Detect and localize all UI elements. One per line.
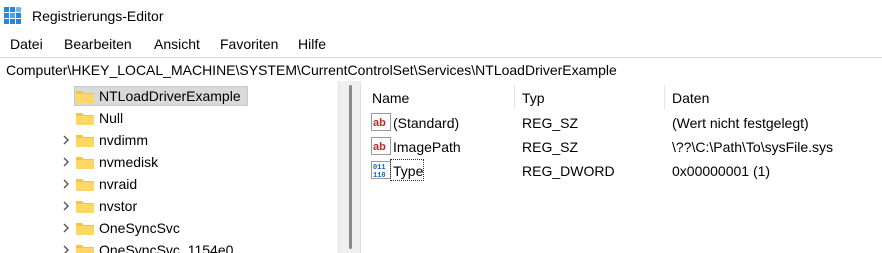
value-row-imagepath[interactable]: ab ImagePath REG_SZ \??\C:\Path\To\sysFi… [366,135,882,159]
folder-icon [76,223,94,235]
tree-item-onesyncsvc[interactable]: OneSyncSvc [0,217,338,239]
value-data: 0x00000001 (1) [672,163,771,179]
tree-item-nvstor[interactable]: nvstor [0,195,338,217]
column-separator[interactable] [664,85,665,109]
tree-item-label: OneSyncSvc_1154e0 [99,242,234,253]
tree-item-nvraid[interactable]: nvraid [0,173,338,195]
menu-bearbeiten[interactable]: Bearbeiten [64,36,132,52]
tree-item-onesyncsvc-1154e0[interactable]: OneSyncSvc_1154e0 [0,239,338,253]
tree-item-label: nvraid [99,176,138,192]
tree-item-label: nvmedisk [99,154,159,170]
value-name: (Standard) [393,115,460,131]
svg-text:110: 110 [373,172,386,179]
tree-item-null[interactable]: Null [0,107,338,129]
folder-icon [76,245,94,253]
string-value-icon: ab [371,113,391,131]
tree-item-label: OneSyncSvc [99,220,180,236]
tree-item-ntloaddriverexample[interactable]: NTLoadDriverExample [0,85,338,107]
tree-scrollbar[interactable] [338,81,361,253]
svg-text:011: 011 [373,164,386,172]
column-separator[interactable] [514,85,515,109]
menu-ansicht[interactable]: Ansicht [154,36,200,52]
folder-icon [76,91,94,103]
tree-item-label: nvstor [99,198,138,214]
folder-icon [76,179,94,191]
value-type: REG_DWORD [522,163,615,179]
value-data: \??\C:\Path\To\sysFile.sys [672,139,834,155]
folder-icon [76,201,94,213]
chevron-right-icon[interactable] [60,243,72,253]
title-bar: Registrierungs-Editor [0,0,882,32]
column-header-data[interactable]: Daten [672,90,709,106]
registry-editor-icon [4,7,22,24]
svg-text:ab: ab [373,117,386,129]
address-bar[interactable]: Computer\HKEY_LOCAL_MACHINE\SYSTEM\Curre… [0,57,882,82]
folder-icon [76,113,94,125]
folder-icon [76,157,94,169]
tree-item-label: Null [99,110,124,126]
string-value-icon: ab [371,137,391,155]
tree-item-nvmedisk[interactable]: nvmedisk [0,151,338,173]
value-row-type[interactable]: 011 110 Type REG_DWORD 0x00000001 (1) [366,159,882,183]
tree-item-label: nvdimm [99,132,149,148]
value-name: ImagePath [393,139,461,155]
tree-item-nvdimm[interactable]: nvdimm [0,129,338,151]
address-path[interactable]: Computer\HKEY_LOCAL_MACHINE\SYSTEM\Curre… [6,62,617,78]
value-data: (Wert nicht festgelegt) [672,115,809,131]
chevron-right-icon[interactable] [60,133,72,147]
svg-text:ab: ab [373,141,386,153]
window-title: Registrierungs-Editor [32,8,164,24]
value-list[interactable]: Name Typ Daten ab (Standard) REG_SZ (Wer… [366,81,882,253]
menu-favoriten[interactable]: Favoriten [220,36,278,52]
value-row-standard[interactable]: ab (Standard) REG_SZ (Wert nicht festgel… [366,111,882,135]
value-type: REG_SZ [522,139,579,155]
menu-hilfe[interactable]: Hilfe [298,36,326,52]
folder-icon [76,135,94,147]
chevron-right-icon[interactable] [60,199,72,213]
chevron-right-icon[interactable] [60,221,72,235]
key-tree[interactable]: NTLoadDriverExample Null nvdimm nvmedisk… [0,81,338,253]
column-header-name[interactable]: Name [372,90,409,106]
chevron-right-icon[interactable] [60,177,72,191]
menu-datei[interactable]: Datei [10,36,43,52]
menu-bar: Datei Bearbeiten Ansicht Favoriten Hilfe [0,32,882,56]
chevron-right-icon[interactable] [60,155,72,169]
scrollbar-thumb[interactable] [349,85,352,249]
value-name: Type [393,163,424,179]
tree-item-label: NTLoadDriverExample [99,88,241,104]
binary-value-icon: 011 110 [371,161,391,179]
value-type: REG_SZ [522,115,579,131]
column-header-type[interactable]: Typ [522,90,545,106]
